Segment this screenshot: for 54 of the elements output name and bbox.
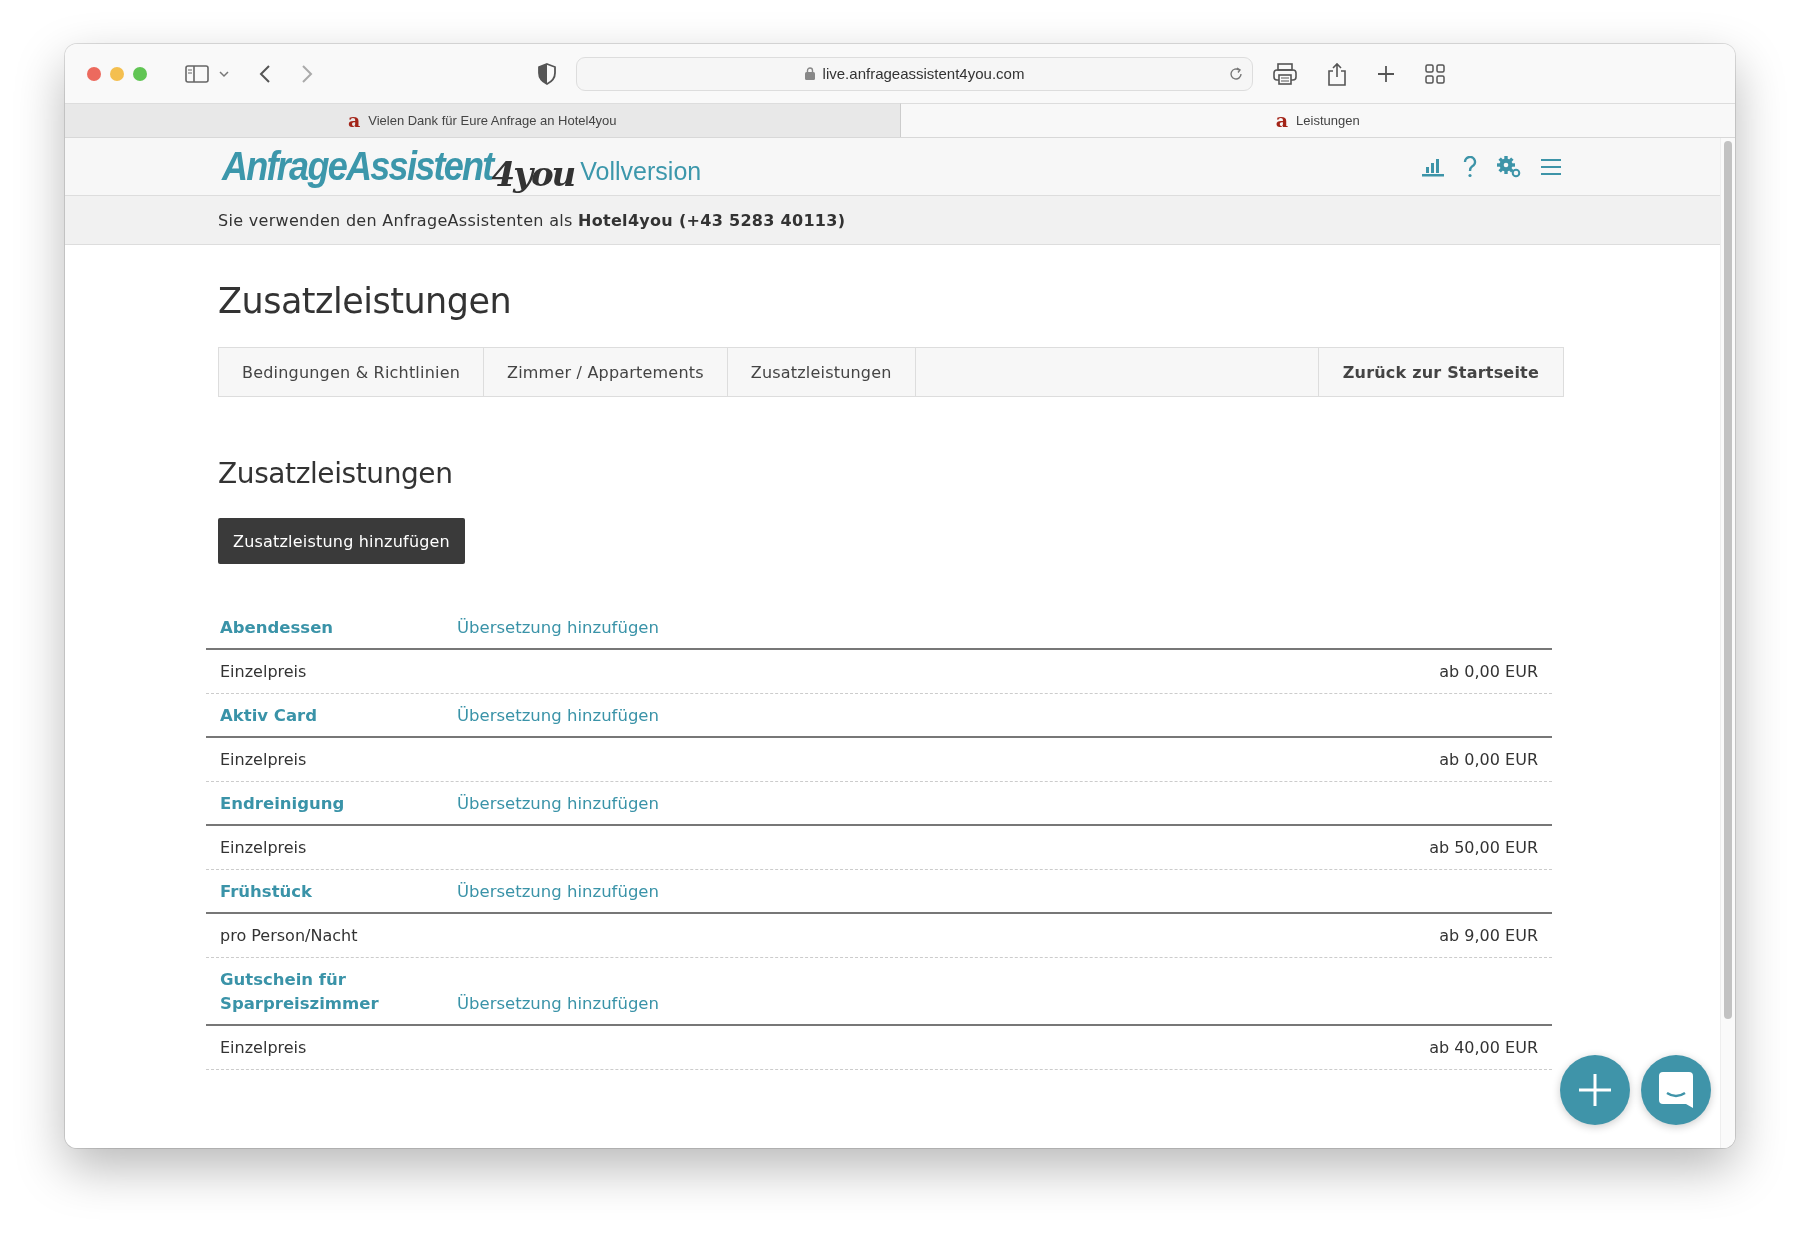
reload-icon[interactable] [1228, 65, 1244, 82]
tab-title: Vielen Dank für Eure Anfrage an Hotel4you [368, 113, 617, 128]
chevron-down-icon[interactable] [219, 69, 229, 78]
service-name-link[interactable]: Frühstück [220, 880, 457, 904]
service-name-link[interactable]: Aktiv Card [220, 704, 457, 728]
favicon-icon: a [1275, 111, 1289, 130]
service-name-link[interactable]: Endreinigung [220, 792, 457, 816]
chat-icon [1658, 1071, 1694, 1109]
edition-label: Vollversion [580, 157, 702, 186]
price-text: ab 9,00 EUR [1439, 925, 1538, 947]
section-title: Zusatzleistungen [218, 457, 454, 490]
forward-icon[interactable] [301, 63, 313, 84]
tab-overview-icon[interactable] [1425, 63, 1445, 84]
menu-icon[interactable] [1540, 157, 1562, 176]
add-translation-link[interactable]: Übersetzung hinzufügen [457, 704, 659, 728]
page-title: Zusatzleistungen [218, 281, 513, 321]
settings-icon[interactable] [1496, 154, 1522, 179]
pricing-type: Einzelpreis [220, 749, 307, 771]
shield-icon[interactable] [538, 62, 556, 85]
url-text: live.anfrageassistent4you.com [822, 65, 1025, 82]
scrollbar-thumb[interactable] [1724, 141, 1732, 1019]
sidebar-icon[interactable] [185, 63, 211, 84]
add-fab-button[interactable] [1560, 1055, 1630, 1125]
price-text: ab 0,00 EUR [1439, 749, 1538, 771]
pricing-type: Einzelpreis [220, 1037, 307, 1059]
back-icon[interactable] [259, 63, 271, 84]
lock-icon [804, 67, 815, 80]
favicon-icon: a [347, 111, 361, 130]
add-service-button[interactable]: Zusatzleistung hinzufügen [218, 518, 465, 564]
address-bar[interactable]: live.anfrageassistent4you.com [576, 56, 1253, 91]
pricing-type: Einzelpreis [220, 837, 307, 859]
zoom-button[interactable] [133, 66, 147, 81]
print-icon[interactable] [1273, 62, 1297, 85]
chat-fab-button[interactable] [1641, 1055, 1711, 1125]
price-text: ab 40,00 EUR [1429, 1037, 1538, 1059]
service-name-link[interactable]: Abendessen [220, 616, 457, 640]
price-text: ab 50,00 EUR [1429, 837, 1538, 859]
tab-title: Leistungen [1296, 113, 1360, 128]
browser-tab[interactable]: a Vielen Dank für Eure Anfrage an Hotel4you [65, 103, 901, 137]
plus-icon [1578, 1073, 1612, 1107]
pricing-type: pro Person/Nacht [220, 925, 358, 947]
bar-chart-icon[interactable] [1422, 156, 1444, 177]
add-translation-link[interactable]: Übersetzung hinzufügen [457, 880, 659, 904]
help-icon[interactable] [1462, 155, 1478, 178]
add-translation-link[interactable]: Übersetzung hinzufügen [457, 792, 659, 816]
account-info: Sie verwenden den AnfrageAssistenten als Hotel4you (+43 5283 40113) [218, 210, 846, 230]
share-icon[interactable] [1327, 61, 1347, 86]
add-translation-link[interactable]: Übersetzung hinzufügen [457, 616, 659, 640]
new-tab-icon[interactable] [1377, 64, 1395, 83]
close-button[interactable] [87, 66, 101, 81]
service-name-link[interactable]: Gutschein für Sparpreiszimmer [220, 968, 457, 1016]
pricing-type: Einzelpreis [220, 661, 307, 683]
price-text: ab 0,00 EUR [1439, 661, 1538, 683]
add-translation-link[interactable]: Übersetzung hinzufügen [457, 992, 659, 1016]
